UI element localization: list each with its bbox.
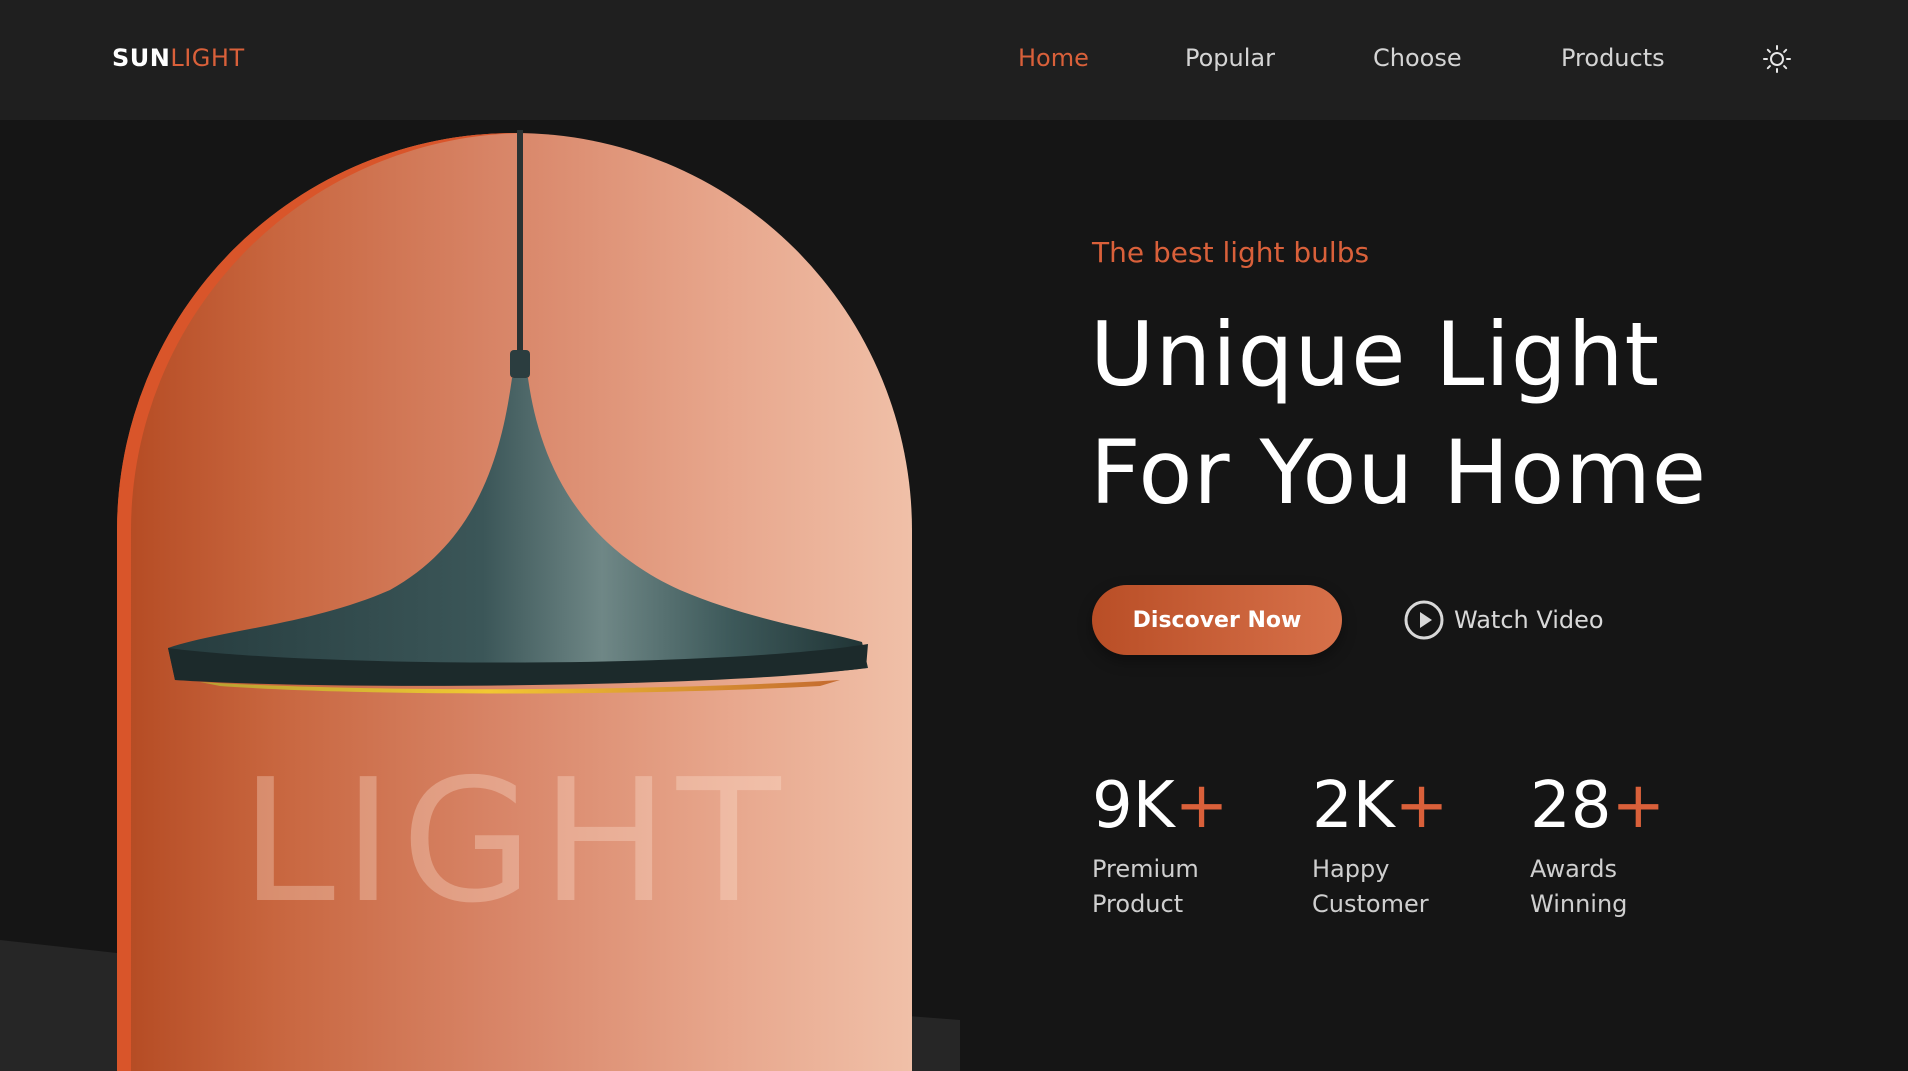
hero-title-line-2: For You Home: [1090, 421, 1707, 524]
nav-home[interactable]: Home: [1018, 44, 1089, 72]
hero-title: Unique Light For You Home: [1090, 296, 1707, 532]
watch-video-button[interactable]: Watch Video: [1404, 598, 1604, 642]
site-header: SUNLIGHT Home Popular Choose Products: [0, 0, 1908, 120]
nav-choose[interactable]: Choose: [1373, 44, 1462, 72]
hero-eyebrow: The best light bulbs: [1092, 236, 1370, 269]
stat-label-line-1: Awards: [1530, 855, 1617, 883]
stat-happy-customer: 2K+ Happy Customer: [1312, 770, 1448, 922]
pendant-lamp-image: [168, 130, 868, 694]
logo-text-primary: SUN: [112, 44, 171, 72]
stat-label-line-1: Premium: [1092, 855, 1199, 883]
brand-logo[interactable]: SUNLIGHT: [112, 44, 245, 72]
arch-watermark-text: LIGHT: [240, 743, 789, 941]
stat-label-line-2: Product: [1092, 890, 1184, 918]
hero-title-line-1: Unique Light: [1090, 303, 1660, 406]
stat-label-line-2: Customer: [1312, 890, 1429, 918]
nav-products[interactable]: Products: [1561, 44, 1665, 72]
landing-page: SUNLIGHT Home Popular Choose Products LI…: [0, 0, 1908, 1071]
stat-label: Awards Winning: [1530, 852, 1665, 922]
watch-video-label: Watch Video: [1454, 606, 1604, 634]
discover-now-button[interactable]: Discover Now: [1092, 585, 1342, 655]
stat-plus: +: [1611, 769, 1666, 843]
stat-value: 2K: [1312, 769, 1395, 843]
stat-awards-winning: 28+ Awards Winning: [1530, 770, 1665, 922]
stat-plus: +: [1174, 769, 1229, 843]
stat-label: Happy Customer: [1312, 852, 1448, 922]
play-circle-icon: [1404, 600, 1444, 640]
stat-premium-product: 9K+ Premium Product: [1092, 770, 1228, 922]
nav-popular[interactable]: Popular: [1185, 44, 1275, 72]
stat-plus: +: [1394, 769, 1449, 843]
stat-label-line-1: Happy: [1312, 855, 1390, 883]
theme-toggle-button[interactable]: [1762, 44, 1792, 74]
stat-label-line-2: Winning: [1530, 890, 1628, 918]
logo-text-accent: LIGHT: [170, 44, 245, 72]
stat-value: 28: [1530, 769, 1612, 843]
stat-label: Premium Product: [1092, 852, 1228, 922]
stat-value: 9K: [1092, 769, 1175, 843]
sun-icon: [1763, 45, 1791, 73]
